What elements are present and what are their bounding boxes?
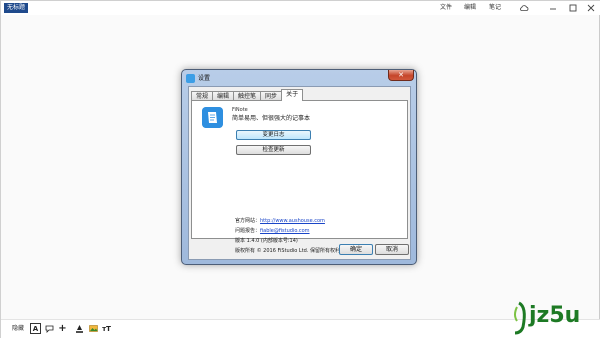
ok-button[interactable]: 确定 bbox=[339, 244, 373, 255]
website-label: 官方网站： bbox=[235, 218, 261, 224]
dialog-close-button[interactable]: ✕ bbox=[388, 70, 414, 81]
image-icon[interactable] bbox=[88, 323, 99, 334]
changelog-button[interactable]: 变更日志 bbox=[236, 130, 311, 140]
maximize-icon[interactable] bbox=[568, 3, 578, 13]
app-slogan: 简单易用、但很强大的记事本 bbox=[232, 115, 311, 122]
fill-color-icon[interactable] bbox=[74, 323, 85, 334]
website-row: 官方网站：http://www.aushouse.com bbox=[235, 218, 325, 225]
cloud-sync-icon[interactable] bbox=[519, 3, 529, 13]
app-name: FiNote bbox=[232, 107, 248, 113]
website-link[interactable]: http://www.aushouse.com bbox=[260, 218, 325, 224]
app-titlebar: 无标题 文件 编辑 笔记 bbox=[1, 1, 600, 15]
feedback-email-link[interactable]: fiable@fistudio.com bbox=[260, 228, 310, 234]
tab-about[interactable]: 关于 bbox=[281, 89, 304, 101]
version-text: 版本 1.4.0 (内部版本号:14) bbox=[235, 238, 298, 244]
menu-edit[interactable]: 编辑 bbox=[464, 4, 476, 12]
hide-toolbar-label[interactable]: 隐藏 bbox=[12, 325, 24, 333]
dialog-body: 常规 编辑 触控笔 同步 关于 FiNote 简单易用、但很强大的记事本 变更日… bbox=[188, 86, 411, 260]
cancel-button[interactable]: 取消 bbox=[375, 244, 409, 255]
feedback-row: 问题报告：fiable@fistudio.com bbox=[235, 228, 310, 235]
dialog-title: 设置 bbox=[198, 75, 211, 82]
document-title[interactable]: 无标题 bbox=[4, 3, 29, 13]
minimize-icon[interactable] bbox=[548, 3, 558, 13]
about-panel: FiNote 简单易用、但很强大的记事本 变更日志 检查更新 官方网站：http… bbox=[191, 100, 408, 254]
watermark-text: jz5u bbox=[529, 303, 581, 328]
finote-logo-icon bbox=[202, 107, 223, 128]
copyright-text: 版权所有 © 2016 FiStudio Ltd. 保留所有权利 bbox=[235, 248, 341, 254]
menu-note[interactable]: 笔记 bbox=[489, 4, 501, 12]
menu-file[interactable]: 文件 bbox=[440, 4, 452, 12]
comment-bubble-icon[interactable] bbox=[44, 323, 55, 334]
text-tool-icon[interactable]: A bbox=[30, 323, 41, 334]
settings-dialog: 设置 ✕ 常规 编辑 触控笔 同步 关于 FiNote 简单易用、但很强大的记事… bbox=[181, 69, 417, 265]
feedback-label: 问题报告： bbox=[235, 228, 261, 234]
close-icon[interactable] bbox=[586, 3, 596, 13]
text-format-icon[interactable]: ᴛT bbox=[101, 323, 112, 334]
settings-app-icon bbox=[186, 74, 195, 83]
add-icon[interactable]: + bbox=[57, 323, 68, 334]
check-update-button[interactable]: 检查更新 bbox=[236, 145, 311, 155]
